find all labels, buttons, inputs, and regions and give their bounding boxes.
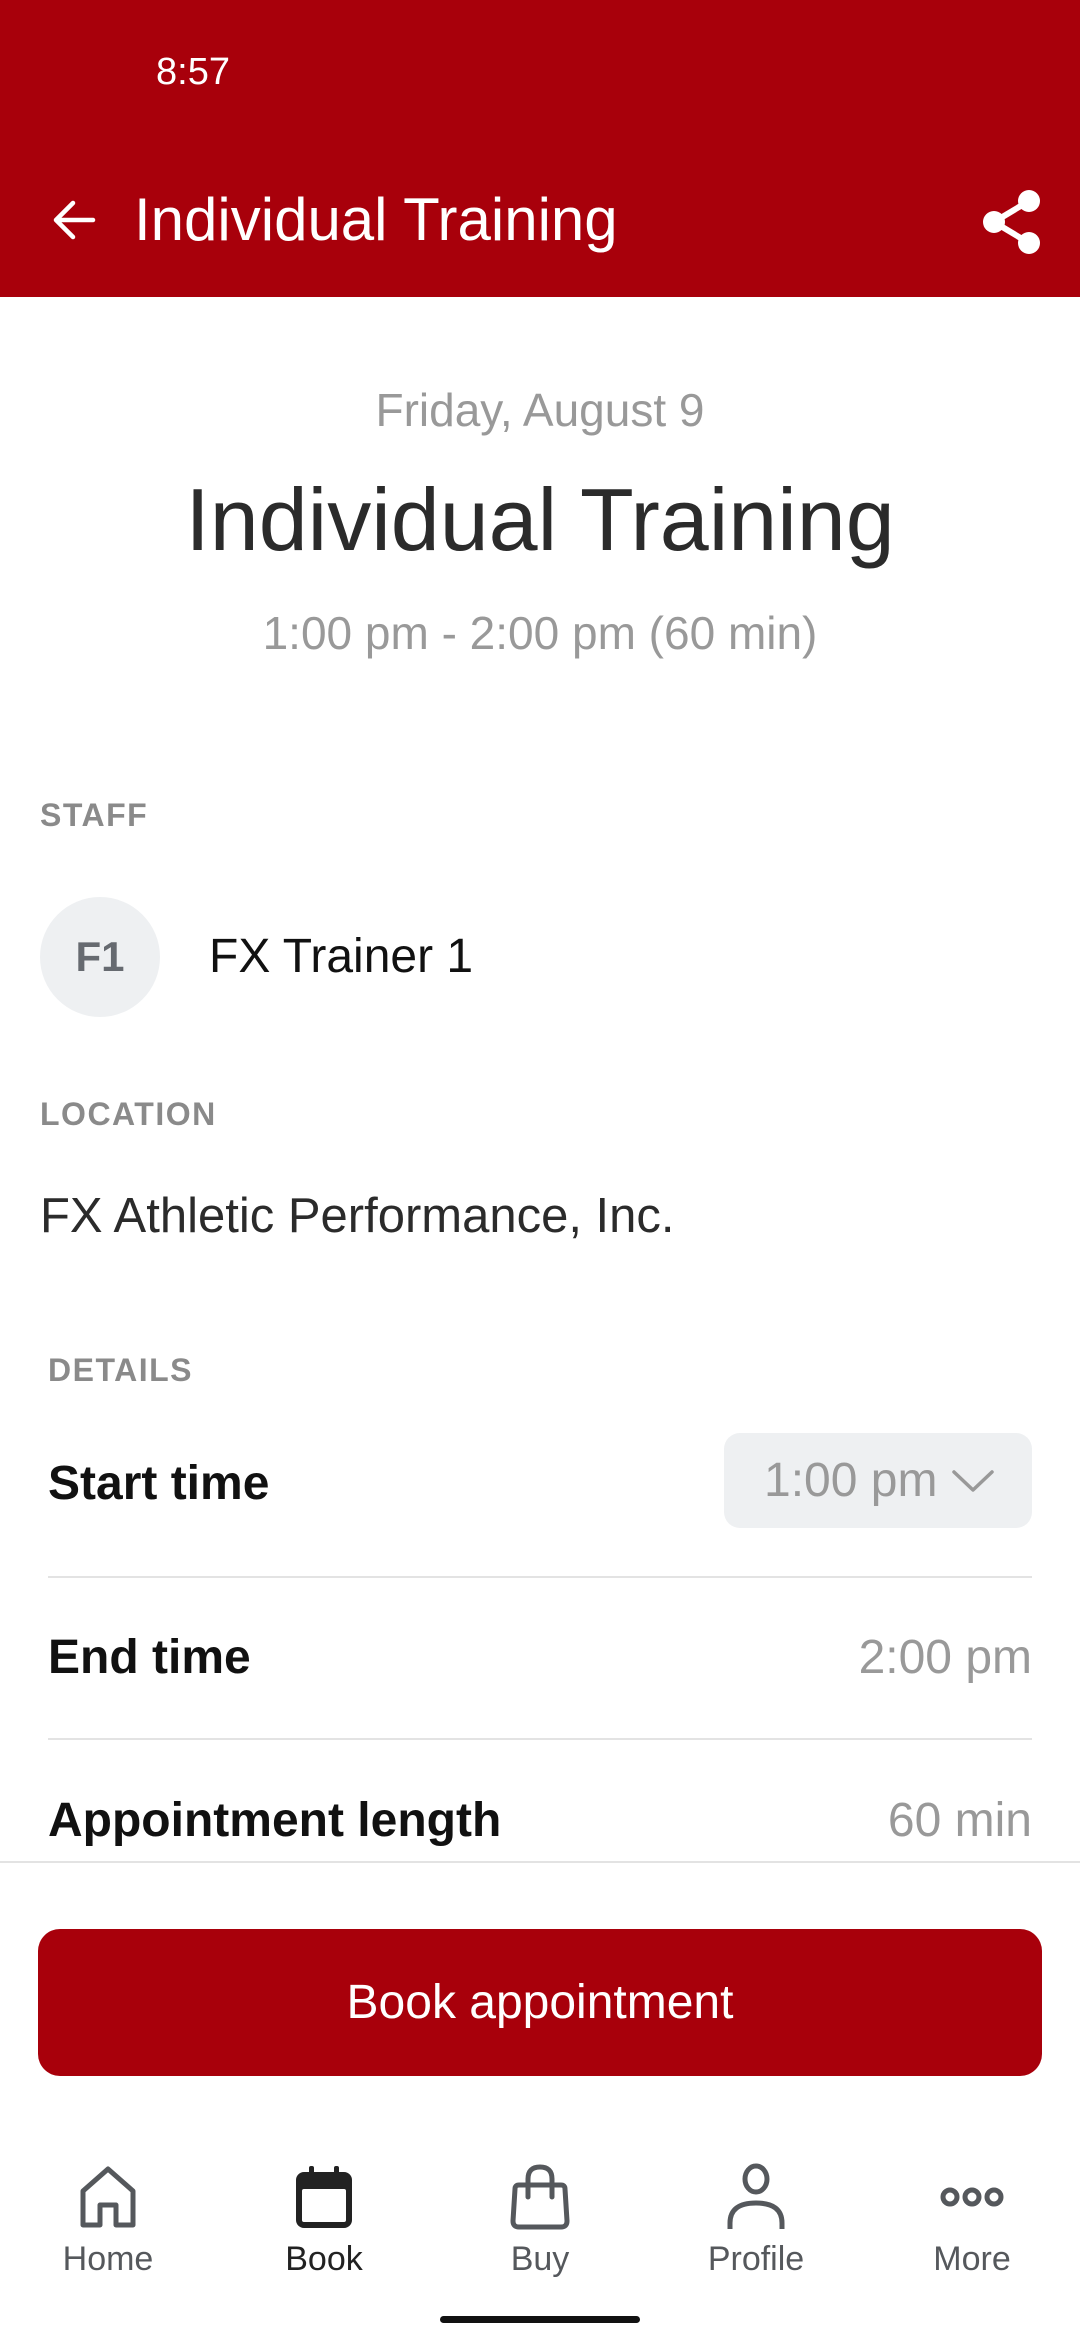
nav-label-profile: Profile — [707, 2240, 805, 2278]
staff-avatar: F1 — [40, 897, 160, 1017]
appointment-length-value: 60 min — [887, 1794, 1032, 1847]
details-section-label: DETAILS — [48, 1352, 194, 1388]
bottom-navigation: Home Book Buy Profile More — [0, 2140, 1080, 2290]
start-time-label: Start time — [48, 1457, 270, 1510]
person-icon — [721, 2162, 791, 2232]
divider — [48, 1738, 1032, 1740]
nav-item-book[interactable]: Book — [216, 2140, 432, 2290]
divider — [48, 1576, 1032, 1578]
nav-label-more: More — [933, 2240, 1011, 2278]
location-name: FX Athletic Performance, Inc. — [40, 1189, 675, 1243]
nav-item-profile[interactable]: Profile — [648, 2140, 864, 2290]
home-indicator[interactable] — [440, 2316, 640, 2323]
shopping-bag-icon — [505, 2162, 575, 2232]
appointment-date: Friday, August 9 — [375, 384, 705, 436]
end-time-value: 2:00 pm — [858, 1631, 1032, 1684]
book-appointment-button[interactable]: Book appointment — [38, 1929, 1042, 2076]
nav-label-buy: Buy — [510, 2240, 570, 2278]
staff-name[interactable]: FX Trainer 1 — [209, 928, 473, 986]
footer-divider — [0, 1861, 1080, 1863]
nav-item-home[interactable]: Home — [0, 2140, 216, 2290]
appointment-title: Individual Training — [185, 470, 895, 569]
nav-label-home: Home — [62, 2240, 154, 2278]
share-icon — [983, 190, 1040, 254]
back-button[interactable] — [40, 186, 108, 254]
location-section-label: LOCATION — [40, 1096, 217, 1132]
chevron-down-icon — [951, 1466, 995, 1496]
staff-section-label: STAFF — [40, 797, 149, 833]
calendar-icon — [289, 2162, 359, 2232]
nav-label-book: Book — [285, 2240, 363, 2278]
end-time-label: End time — [48, 1631, 251, 1684]
share-button[interactable] — [970, 180, 1054, 264]
appointment-time-range: 1:00 pm - 2:00 pm (60 min) — [262, 607, 818, 659]
home-icon — [73, 2162, 143, 2232]
app-bar: 8:57 Individual Training — [0, 0, 1080, 297]
app-bar-title: Individual Training — [134, 186, 618, 253]
arrow-left-icon — [53, 200, 96, 240]
more-horizontal-icon — [937, 2162, 1007, 2232]
nav-item-more[interactable]: More — [864, 2140, 1080, 2290]
start-time-value: 1:00 pm — [764, 1453, 938, 1507]
start-time-dropdown[interactable]: 1:00 pm — [724, 1433, 1032, 1528]
nav-item-buy[interactable]: Buy — [432, 2140, 648, 2290]
status-bar-time: 8:57 — [156, 51, 230, 93]
appointment-length-label: Appointment length — [48, 1794, 502, 1847]
